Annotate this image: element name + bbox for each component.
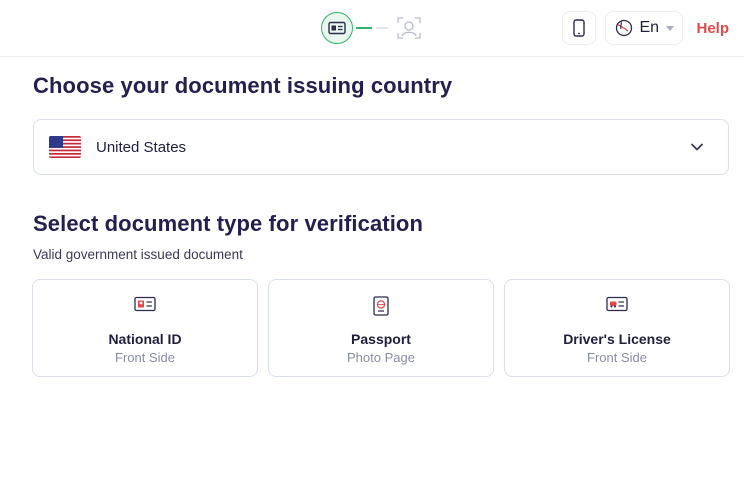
language-label: En: [639, 19, 660, 36]
selected-country: United States: [96, 138, 187, 156]
step-connector-done: [356, 27, 372, 29]
country-heading: Choose your document issuing country: [33, 73, 453, 98]
step-selfie: [394, 13, 424, 43]
card-title: Passport: [351, 331, 411, 347]
country-select[interactable]: United States: [33, 119, 729, 175]
card-passport[interactable]: Passport Photo Page: [268, 279, 494, 377]
drivers-license-icon: [606, 296, 628, 312]
language-select[interactable]: En: [605, 11, 684, 45]
chevron-down-icon: [691, 143, 703, 151]
globe-icon: [616, 19, 633, 37]
document-type-subtitle: Valid government issued document: [33, 247, 243, 262]
card-subtitle: Front Side: [587, 350, 647, 365]
id-card-icon: [328, 21, 346, 35]
caret-down-icon: [666, 25, 675, 31]
top-bar: En Help: [0, 0, 744, 57]
step-document: [321, 12, 353, 44]
us-flag-icon: [49, 136, 81, 158]
progress-steps: [321, 12, 424, 44]
national-id-icon: [134, 296, 156, 312]
mobile-phone-icon: [573, 19, 586, 37]
help-link[interactable]: Help: [696, 20, 729, 37]
passport-icon: [373, 296, 389, 316]
document-type-heading: Select document type for verification: [33, 211, 424, 236]
face-scan-icon: [397, 17, 421, 39]
card-title: Driver's License: [563, 331, 671, 347]
mobile-switch-button[interactable]: [562, 11, 597, 45]
card-drivers-license[interactable]: Driver's License Front Side: [504, 279, 730, 377]
card-subtitle: Photo Page: [347, 350, 415, 365]
card-subtitle: Front Side: [115, 350, 175, 365]
card-national-id[interactable]: National ID Front Side: [32, 279, 258, 377]
card-title: National ID: [108, 331, 182, 347]
step-connector-pending: [376, 27, 388, 29]
